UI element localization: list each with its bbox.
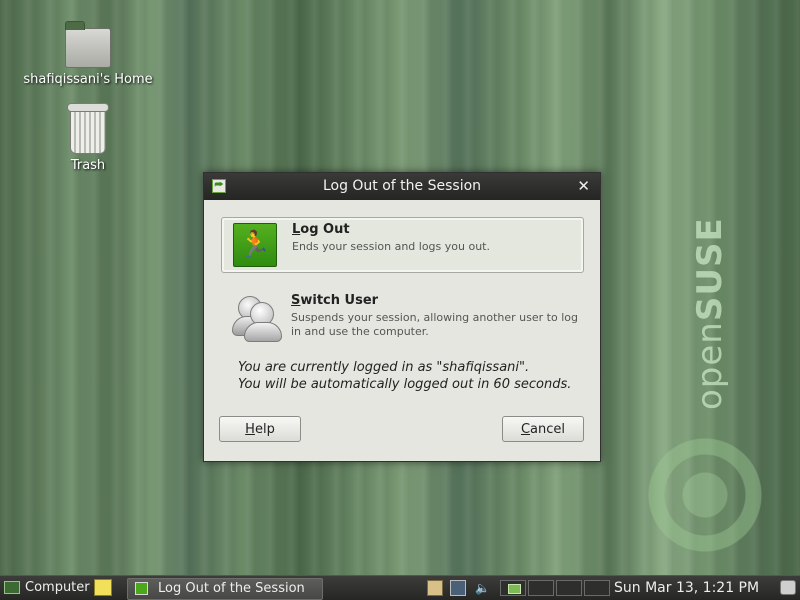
logout-dialog: ⮫ Log Out of the Session ✕ 🏃 Log Out End… xyxy=(203,172,601,462)
logout-option[interactable]: 🏃 Log Out Ends your session and logs you… xyxy=(221,217,584,273)
display-icon[interactable] xyxy=(450,580,466,596)
logout-description: Ends your session and logs you out. xyxy=(292,240,490,253)
users-icon xyxy=(232,294,282,342)
exit-icon: 🏃 xyxy=(233,223,277,267)
volume-icon[interactable]: 🔈 xyxy=(475,580,490,596)
desktop-icon-home[interactable]: shafiqissani's Home xyxy=(23,21,153,87)
taskbar-window-label: Log Out of the Session xyxy=(158,581,305,596)
taskbar: Computer Log Out of the Session 🔈 Sun Ma… xyxy=(0,575,800,600)
workspace-1[interactable] xyxy=(500,580,526,596)
dialog-titlebar[interactable]: ⮫ Log Out of the Session ✕ xyxy=(204,173,600,200)
logout-title: Log Out xyxy=(292,222,350,237)
workspace-3[interactable] xyxy=(556,580,582,596)
workspace-4[interactable] xyxy=(584,580,610,596)
logged-in-text: You are currently logged in as "shafiqis… xyxy=(238,360,530,375)
desktop-icon-trash[interactable]: Trash xyxy=(23,103,153,173)
cancel-button[interactable]: Cancel xyxy=(502,416,584,442)
dialog-content: 🏃 Log Out Ends your session and logs you… xyxy=(204,201,600,461)
trash-label: Trash xyxy=(70,158,106,173)
opensuse-wordmark: openSUSE xyxy=(690,217,730,410)
notes-icon[interactable] xyxy=(94,579,112,596)
exit-mini-icon xyxy=(135,582,148,595)
switch-user-description: Suspends your session, allowing another … xyxy=(291,311,578,338)
computer-icon[interactable] xyxy=(4,581,20,594)
session-info: You are currently logged in as "shafiqis… xyxy=(238,359,571,393)
opensuse-logo xyxy=(640,430,770,560)
switch-user-title: Switch User xyxy=(291,293,379,308)
trash-icon xyxy=(67,103,109,154)
help-button[interactable]: Help xyxy=(219,416,301,442)
computer-menu[interactable]: Computer xyxy=(25,576,90,600)
screenshot-icon[interactable] xyxy=(780,580,796,595)
home-label: shafiqissani's Home xyxy=(23,72,153,87)
clock[interactable]: Sun Mar 13, 1:21 PM xyxy=(614,576,759,600)
dialog-title: Log Out of the Session xyxy=(322,178,482,194)
switch-user-option[interactable]: Switch User Suspends your session, allow… xyxy=(221,289,582,343)
clipboard-icon[interactable] xyxy=(427,580,443,596)
countdown-text: You will be automatically logged out in … xyxy=(238,377,572,392)
workspace-2[interactable] xyxy=(528,580,554,596)
close-icon[interactable]: ✕ xyxy=(577,177,590,195)
home-folder-icon xyxy=(65,21,111,68)
taskbar-window-button[interactable]: Log Out of the Session xyxy=(127,578,323,600)
